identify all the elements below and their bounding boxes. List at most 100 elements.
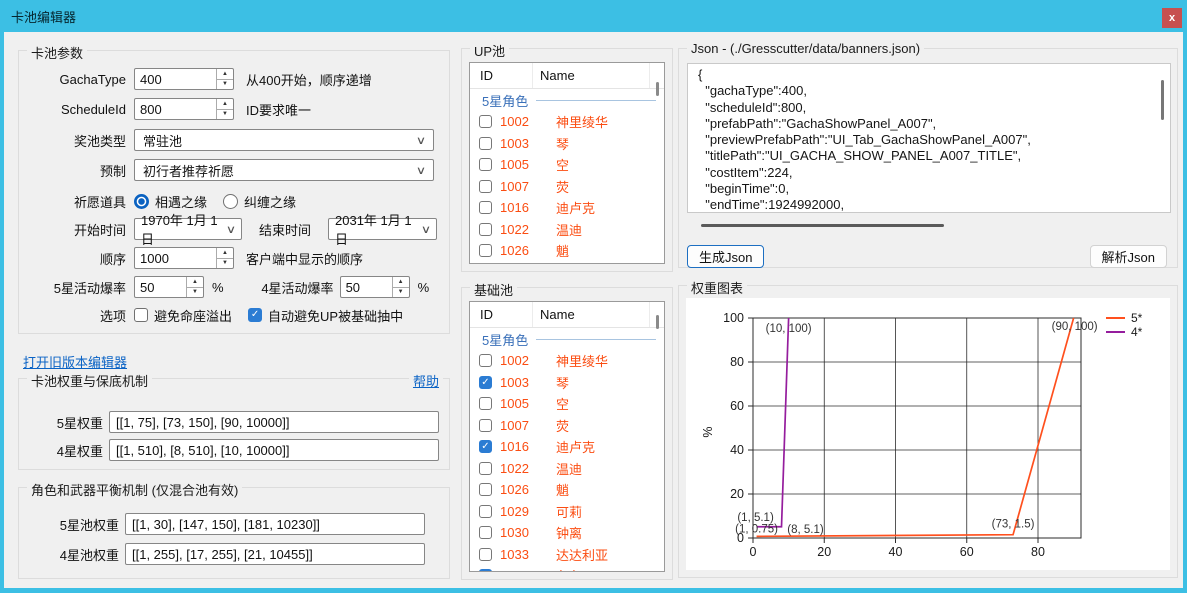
up-pool-title: UP池 bbox=[470, 41, 509, 60]
spin-down-icon[interactable]: ▼ bbox=[393, 288, 409, 298]
up-pool-group: UP池 ID Name 5星角色 ✓1002神里绫华✓1003琴✓1005空✓1… bbox=[461, 48, 673, 272]
row-checkbox[interactable]: ✓ bbox=[479, 354, 492, 367]
list-item[interactable]: ✓1002神里绫华 bbox=[470, 111, 664, 133]
row-checkbox[interactable]: ✓ bbox=[479, 180, 492, 193]
pool-weight4-input[interactable] bbox=[125, 543, 425, 565]
generate-json-button[interactable]: 生成Json bbox=[687, 245, 764, 268]
gachatype-value[interactable]: 400 bbox=[135, 69, 216, 89]
list-item[interactable]: ✓1022温迪 bbox=[470, 219, 664, 241]
scrollbar-thumb[interactable] bbox=[701, 224, 944, 227]
list-item[interactable]: ✓1003琴 bbox=[470, 133, 664, 155]
row-checkbox[interactable]: ✓ bbox=[479, 526, 492, 539]
help-link[interactable]: 帮助 bbox=[409, 371, 443, 390]
y-axis-label: % bbox=[701, 426, 715, 437]
list-item[interactable]: ✓1033达达利亚 bbox=[470, 544, 664, 566]
preset-combobox[interactable]: 初行者推荐祈愿 ∨ bbox=[134, 159, 434, 181]
list-item[interactable]: ✓1026魈 bbox=[470, 479, 664, 501]
parse-json-button[interactable]: 解析Json bbox=[1090, 245, 1167, 268]
pool-weight5-input[interactable] bbox=[125, 513, 425, 535]
spin-up-icon[interactable]: ▲ bbox=[393, 277, 409, 288]
spin-up-icon[interactable]: ▲ bbox=[217, 99, 233, 110]
row-checkbox[interactable]: ✓ bbox=[479, 440, 492, 453]
list-item[interactable]: ✓1016迪卢克 bbox=[470, 197, 664, 219]
window-title: 卡池编辑器 bbox=[0, 7, 76, 26]
spin-up-icon[interactable]: ▲ bbox=[217, 69, 233, 80]
row-checkbox[interactable]: ✓ bbox=[479, 158, 492, 171]
list-item[interactable]: ✓1005空 bbox=[470, 154, 664, 176]
end-time-value: 2031年 1月 1日 bbox=[335, 210, 422, 248]
x-tick-label: 40 bbox=[889, 545, 903, 559]
base-pool-list[interactable]: ID Name 5星角色 ✓1002神里绫华✓1003琴✓1005空✓1007荧… bbox=[469, 301, 665, 572]
row-checkbox[interactable]: ✓ bbox=[479, 483, 492, 496]
rate4-value[interactable]: 50 bbox=[341, 277, 392, 297]
y-tick-label: 60 bbox=[730, 399, 744, 413]
gachatype-spinbox[interactable]: 400 ▲ ▼ bbox=[134, 68, 234, 90]
list-item[interactable]: ✓1003琴 bbox=[470, 372, 664, 394]
up-pool-list[interactable]: ID Name 5星角色 ✓1002神里绫华✓1003琴✓1005空✓1007荧… bbox=[469, 62, 665, 264]
avoid-constellation-overflow-label: 避免命座溢出 bbox=[154, 306, 232, 325]
row-checkbox[interactable]: ✓ bbox=[479, 115, 492, 128]
spin-up-icon[interactable]: ▲ bbox=[217, 248, 233, 259]
rate5-unit: % bbox=[212, 280, 224, 295]
scrollbar-thumb[interactable] bbox=[656, 82, 659, 96]
radio-intertwined-fate[interactable] bbox=[223, 194, 238, 209]
scrollbar-thumb[interactable] bbox=[1161, 80, 1164, 120]
order-value[interactable]: 1000 bbox=[135, 248, 216, 268]
list-item[interactable]: ✓1022温迪 bbox=[470, 458, 664, 480]
row-name: 空 bbox=[556, 394, 569, 413]
json-group: Json - (./Gresscutter/data/banners.json)… bbox=[678, 48, 1178, 268]
weight-chart-canvas: 020406080020406080100%(10, 100)(90, 100)… bbox=[686, 298, 1170, 570]
list-item[interactable]: ✓1002神里绫华 bbox=[470, 350, 664, 372]
rate4-spinbox[interactable]: 50 ▲ ▼ bbox=[340, 276, 410, 298]
row-checkbox[interactable]: ✓ bbox=[479, 223, 492, 236]
spin-down-icon[interactable]: ▼ bbox=[217, 259, 233, 269]
spin-down-icon[interactable]: ▼ bbox=[187, 288, 203, 298]
spin-down-icon[interactable]: ▼ bbox=[217, 110, 233, 120]
scheduleid-value[interactable]: 800 bbox=[135, 99, 216, 119]
row-checkbox[interactable]: ✓ bbox=[479, 201, 492, 214]
row-checkbox[interactable]: ✓ bbox=[479, 137, 492, 150]
list-item[interactable]: ✓1030钟离 bbox=[470, 522, 664, 544]
spin-down-icon[interactable]: ▼ bbox=[217, 80, 233, 90]
row-checkbox[interactable]: ✓ bbox=[479, 462, 492, 475]
row-checkbox[interactable]: ✓ bbox=[479, 548, 492, 561]
list-item[interactable]: ✓1016迪卢克 bbox=[470, 436, 664, 458]
weight4-input[interactable] bbox=[109, 439, 439, 461]
auto-avoid-up-checkbox[interactable]: ✓ bbox=[248, 308, 262, 322]
end-time-picker[interactable]: 2031年 1月 1日 ∨ bbox=[328, 218, 437, 240]
list-item[interactable]: ✓1029可莉 bbox=[470, 501, 664, 523]
row-checkbox[interactable]: ✓ bbox=[479, 397, 492, 410]
scheduleid-spinbox[interactable]: 800 ▲ ▼ bbox=[134, 98, 234, 120]
row-id: 1005 bbox=[500, 396, 544, 411]
rate5-spinbox[interactable]: 50 ▲ ▼ bbox=[134, 276, 204, 298]
row-checkbox[interactable]: ✓ bbox=[479, 244, 492, 257]
radio-acquaint-fate[interactable] bbox=[134, 194, 149, 209]
order-spinbox[interactable]: 1000 ▲ ▼ bbox=[134, 247, 234, 269]
horizontal-scrollbar[interactable] bbox=[687, 219, 1171, 231]
row-checkbox[interactable]: ✓ bbox=[479, 569, 492, 572]
list-item[interactable]: ✓1026魈 bbox=[470, 240, 664, 262]
row-checkbox[interactable]: ✓ bbox=[479, 505, 492, 518]
open-old-editor-link[interactable]: 打开旧版本编辑器 bbox=[23, 352, 127, 371]
weight-chart-svg: 020406080020406080100%(10, 100)(90, 100)… bbox=[686, 298, 1172, 572]
spin-up-icon[interactable]: ▲ bbox=[187, 277, 203, 288]
close-button[interactable]: x bbox=[1162, 8, 1182, 28]
list-item[interactable]: ✓1035七七 bbox=[470, 565, 664, 572]
list-item[interactable]: ✓1007荧 bbox=[470, 176, 664, 198]
json-textarea[interactable]: { "gachaType":400, "scheduleId":800, "pr… bbox=[687, 63, 1171, 213]
weight5-input[interactable] bbox=[109, 411, 439, 433]
scrollbar-thumb[interactable] bbox=[656, 315, 659, 329]
scheduleid-label: ScheduleId bbox=[31, 102, 126, 117]
rate5-value[interactable]: 50 bbox=[135, 277, 186, 297]
chevron-down-icon: ∨ bbox=[226, 223, 236, 236]
row-checkbox[interactable]: ✓ bbox=[479, 376, 492, 389]
begin-time-picker[interactable]: 1970年 1月 1日 ∨ bbox=[134, 218, 242, 240]
avoid-constellation-overflow-checkbox[interactable]: ✓ bbox=[134, 308, 148, 322]
title-bar[interactable]: 卡池编辑器 x bbox=[0, 0, 1187, 32]
row-name: 神里绫华 bbox=[556, 112, 608, 131]
pool-type-combobox[interactable]: 常驻池 ∨ bbox=[134, 129, 434, 151]
row-checkbox[interactable]: ✓ bbox=[479, 419, 492, 432]
radio-intertwined-fate-label: 纠缠之缘 bbox=[244, 192, 296, 211]
list-item[interactable]: ✓ 1005 空 bbox=[470, 393, 664, 415]
list-item[interactable]: ✓1007荧 bbox=[470, 415, 664, 437]
